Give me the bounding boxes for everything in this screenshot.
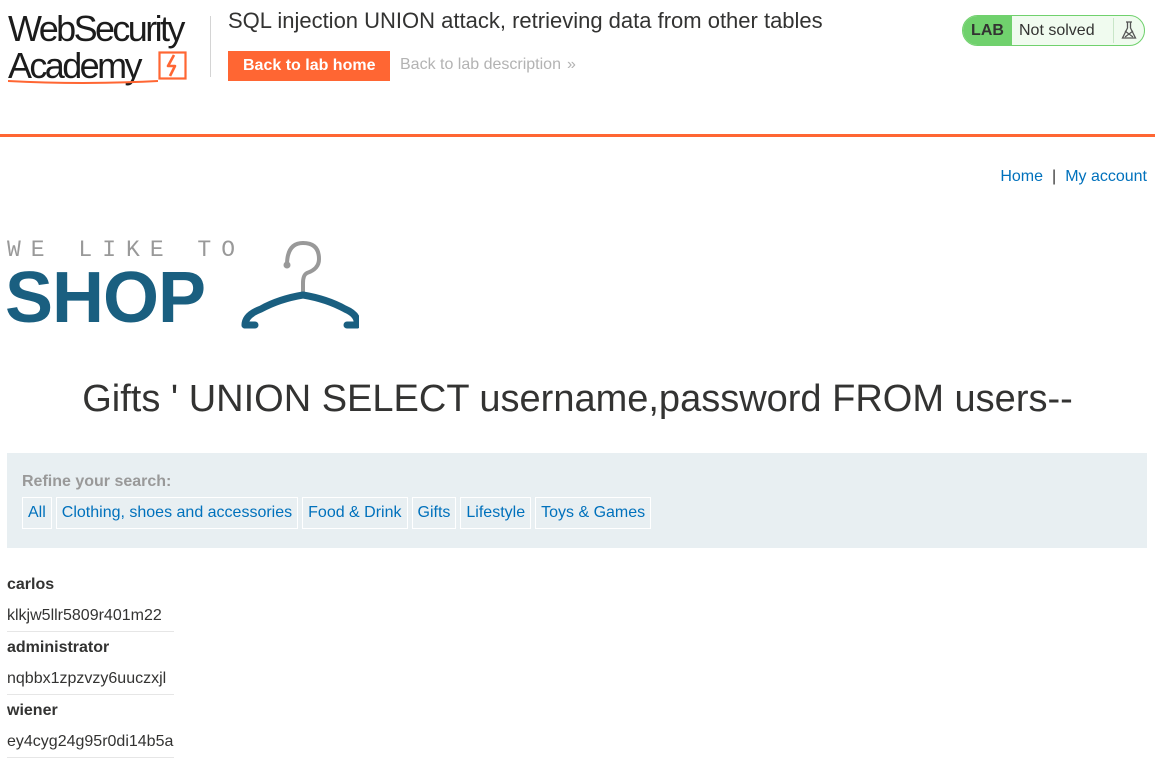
table-row: klkjw5llr5809r401m22 (7, 600, 174, 632)
nav-home-link[interactable]: Home (1000, 168, 1043, 185)
filter-gifts[interactable]: Gifts (411, 497, 457, 529)
table-row: administrator (7, 632, 174, 664)
lab-badge: LAB (963, 16, 1012, 45)
result-username: administrator (7, 638, 110, 656)
table-row: carlos (7, 569, 174, 600)
hanger-icon (241, 240, 359, 329)
filter-clothing[interactable]: Clothing, shoes and accessories (55, 497, 299, 529)
filter-lifestyle[interactable]: Lifestyle (460, 497, 532, 529)
shop-logo: WE LIKE TO SHOP (5, 237, 362, 338)
web-security-academy-logo[interactable]: WebSecurity Academy (8, 11, 208, 85)
table-row: wiener (7, 695, 174, 727)
lab-status-widget[interactable]: LAB Not solved (962, 15, 1145, 46)
results-table: carlos klkjw5llr5809r401m22 administrato… (7, 569, 174, 758)
result-password: ey4cyg24g95r0di14b5a (7, 726, 174, 758)
result-password: klkjw5llr5809r401m22 (7, 600, 174, 632)
result-username: wiener (7, 701, 58, 719)
lab-title: SQL injection UNION attack, retrieving d… (228, 8, 823, 33)
lab-status-text: Not solved (1019, 22, 1095, 39)
filter-category-list: All Clothing, shoes and accessories Food… (22, 497, 652, 529)
back-to-lab-description-link[interactable]: Back to lab description » (400, 56, 576, 74)
logo-text-line1: WebSecurity (8, 8, 185, 49)
filter-food-drink[interactable]: Food & Drink (302, 497, 408, 529)
top-nav: Home | My account (1000, 168, 1147, 186)
header-divider (210, 16, 211, 77)
lab-header: WebSecurity Academy SQL injection UNION … (0, 0, 1155, 137)
search-results-heading: Gifts ' UNION SELECT username,password F… (82, 378, 1073, 420)
nav-my-account-link[interactable]: My account (1065, 168, 1147, 185)
result-password: nqbbx1zpzvzy6uuczxjl (7, 663, 174, 695)
filter-panel: Refine your search: All Clothing, shoes … (7, 453, 1147, 548)
table-row: nqbbx1zpzvzy6uuczxjl (7, 663, 174, 695)
flask-icon (1113, 18, 1144, 43)
filter-all[interactable]: All (22, 497, 52, 529)
shop-logo-word: SHOP (5, 258, 206, 338)
table-row: ey4cyg24g95r0di14b5a (7, 726, 174, 758)
logo-bolt-icon (158, 51, 187, 80)
back-to-lab-home-button[interactable]: Back to lab home (228, 51, 391, 81)
double-chevron-right-icon: » (566, 56, 576, 73)
filter-label: Refine your search: (22, 473, 172, 490)
back-description-label: Back to lab description (400, 56, 561, 73)
result-username: carlos (7, 575, 55, 593)
logo-underline (8, 80, 158, 84)
nav-separator: | (1052, 168, 1057, 185)
filter-toys-games[interactable]: Toys & Games (535, 497, 652, 529)
